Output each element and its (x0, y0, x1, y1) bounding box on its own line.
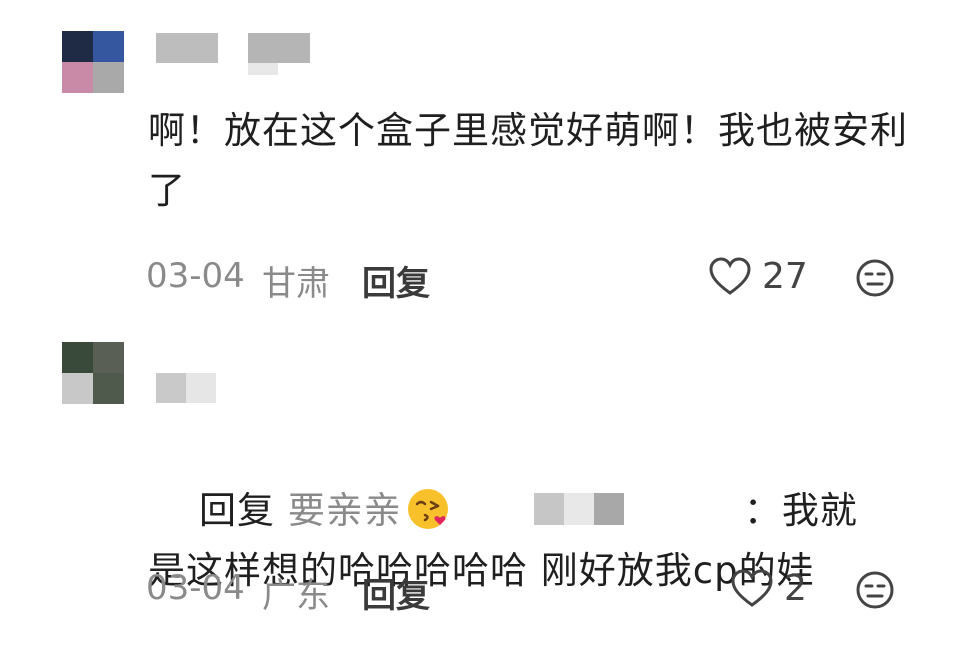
like-button[interactable]: 27 (708, 256, 808, 297)
reply-text-line1: 我就 (781, 489, 858, 532)
heart-outline-icon (731, 568, 773, 607)
comment-region: 广东 (262, 576, 330, 616)
like-count: 27 (762, 256, 808, 297)
like-button[interactable]: 2 (730, 568, 807, 609)
expressionless-face-icon[interactable] (855, 570, 895, 610)
comment-text: 啊！放在这个盒子里感觉好萌啊！我也被安利了 (148, 109, 908, 212)
avatar[interactable] (62, 342, 124, 404)
comment-region: 甘肃 (262, 264, 330, 304)
heart-outline-icon (709, 256, 751, 295)
comment-date: 03-04 (146, 568, 245, 608)
expressionless-face-icon[interactable] (855, 258, 895, 298)
reply-target-name[interactable]: 要亲亲 (288, 489, 402, 532)
reply-text-line2: 是这样想的哈哈哈哈哈 刚好放我cp的娃 (148, 549, 815, 592)
comment-item: 啊！放在这个盒子里感觉好萌啊！我也被安利了 03-04 甘肃 回复 27 (0, 0, 956, 320)
separator: ： (743, 489, 782, 532)
like-count: 2 (784, 568, 807, 609)
kissing-wink-emoji-icon (407, 489, 448, 529)
reply-prefix: 回复 (199, 489, 276, 532)
reply-button[interactable]: 回复 (362, 256, 430, 305)
comment-text: 回复 要亲亲 ：我就是这样想的哈哈哈哈哈 刚好放我cp的娃 (148, 421, 908, 661)
mentioned-user-blurred[interactable] (533, 493, 564, 525)
comment-item: 回复 要亲亲 ：我就是这样想的哈哈哈哈哈 刚好放我cp的娃 03-04 广东 回… (0, 320, 956, 620)
avatar[interactable] (62, 31, 124, 93)
reply-button[interactable]: 回复 (362, 568, 430, 617)
comment-date: 03-04 (146, 256, 245, 296)
